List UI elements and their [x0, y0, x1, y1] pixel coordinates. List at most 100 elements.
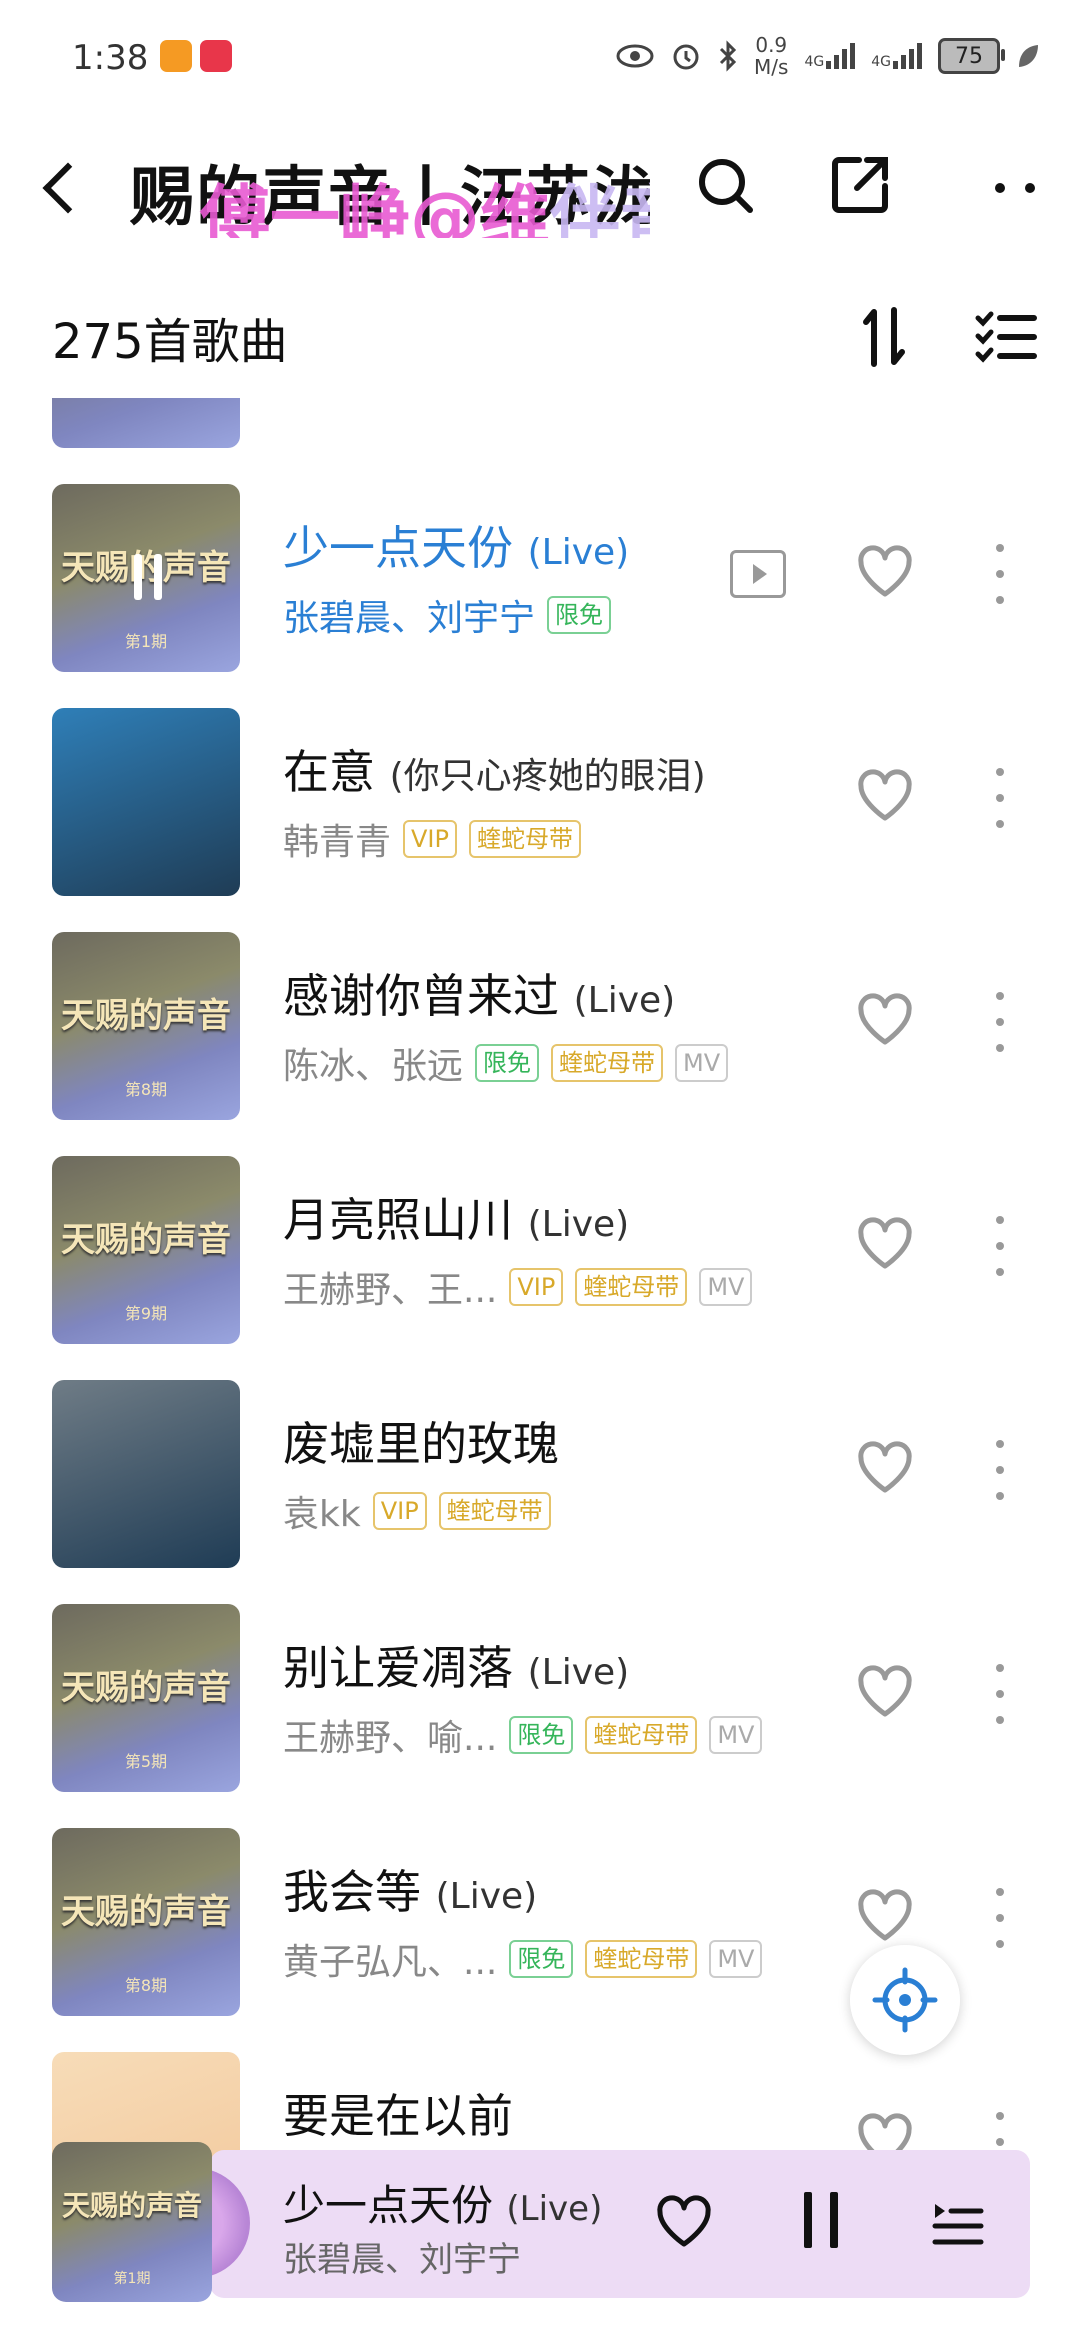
free-badge: 限免 — [509, 1716, 574, 1754]
cover-episode: 第1期 — [124, 632, 168, 651]
mini-player-cover[interactable]: 天赐的声音 第1期 — [52, 2142, 212, 2302]
more-vertical-icon[interactable] — [985, 1438, 1015, 1502]
free-badge: 限免 — [547, 596, 612, 634]
album-cover[interactable]: 天赐的声音 第1期 — [52, 484, 240, 672]
search-icon[interactable] — [690, 150, 760, 220]
free-badge: 限免 — [475, 1044, 540, 1082]
signal-icon: 4G — [804, 43, 856, 69]
song-row[interactable]: 天赐的声音 第8期 感谢你曾来过 (Live) 陈冰、张远 限免 蝰蛇母带 MV — [0, 912, 1080, 1136]
vip-badge: VIP — [372, 1492, 427, 1530]
album-cover[interactable] — [52, 1380, 240, 1568]
app-notification-icon — [200, 40, 232, 72]
song-row[interactable]: 废墟里的玫瑰 袁kk VIP 蝰蛇母带 — [0, 1360, 1080, 1584]
song-artist: 王赫野、王... — [283, 1270, 498, 1311]
song-list[interactable]: 王源、王子... 天赐的声音第1期少一点天份 (Live)张碧晨、刘宇宁限免在意… — [0, 398, 1080, 2168]
more-vertical-icon[interactable] — [985, 990, 1015, 1054]
master-quality-badge: 蝰蛇母带 — [575, 1268, 688, 1306]
mini-player[interactable]: 天赐的声音 第1期 少一点天份 (Live) 张碧晨、刘宇宁 — [0, 2142, 1080, 2340]
album-cover[interactable]: 天赐的声音第8期 — [52, 1828, 240, 2016]
status-icons: 0.9 M/s 4G 4G 75 — [616, 34, 1040, 78]
mv-badge: MV — [699, 1268, 753, 1306]
song-title: 月亮照山川 (Live) — [283, 1193, 630, 1247]
song-artist: 陈冰、张远 — [283, 1046, 464, 1087]
pause-icon[interactable] — [798, 2192, 848, 2252]
song-title: 感谢你曾来过 (Live) — [283, 969, 676, 1023]
song-title: 我会等 (Live) — [283, 1865, 538, 1919]
batch-manage-icon[interactable] — [970, 302, 1040, 372]
cover-text: 天赐的声音 — [61, 1892, 231, 1932]
play-mv-icon[interactable] — [730, 550, 786, 598]
cover-text: 天赐的声音 — [61, 996, 231, 1036]
song-artist: 黄子弘凡、... — [283, 1942, 498, 1983]
song-title: 少一点天份 (Live) — [283, 521, 630, 575]
mini-player-title: 少一点天份 (Live) — [283, 2181, 603, 2230]
song-meta: 黄子弘凡、... 限免 蝰蛇母带 MV — [283, 1933, 763, 1985]
more-vertical-icon[interactable] — [985, 542, 1015, 606]
mini-player-artist: 张碧晨、刘宇宁 — [283, 2240, 521, 2280]
vip-badge: VIP — [403, 820, 457, 858]
heart-icon[interactable] — [652, 2190, 716, 2254]
song-meta: 袁kk VIP 蝰蛇母带 — [283, 1485, 551, 1537]
net-speed: 0.9 M/s — [754, 33, 789, 79]
song-row[interactable]: 天赐的声音 第1期 少一点天份 (Live) 张碧晨、刘宇宁 限免 — [0, 464, 1080, 688]
vip-badge: VIP — [509, 1268, 564, 1306]
heart-icon[interactable] — [853, 1212, 917, 1276]
song-meta: 韩青青 VIP 蝰蛇母带 — [283, 813, 581, 865]
cover-episode: 第8期 — [124, 1976, 168, 1995]
more-vertical-icon[interactable] — [985, 1886, 1015, 1950]
album-cover[interactable] — [52, 708, 240, 896]
list-header: 275首歌曲 — [0, 290, 1080, 380]
song-title: 别让爱凋落 (Live) — [283, 1641, 630, 1695]
song-row[interactable]: 在意 (你只心疼她的眼泪) 韩青青 VIP 蝰蛇母带 — [0, 688, 1080, 912]
album-cover — [52, 398, 240, 448]
mv-badge: MV — [709, 1716, 763, 1754]
playlist-icon[interactable] — [925, 2190, 989, 2254]
cover-episode: 第5期 — [124, 1752, 168, 1771]
bluetooth-icon — [719, 40, 737, 72]
back-icon[interactable] — [30, 150, 100, 220]
locate-current-icon[interactable] — [850, 1945, 960, 2055]
song-title: 要是在以前 — [283, 2089, 513, 2143]
song-row[interactable]: 天赐的声音 第9期 月亮照山川 (Live) 王赫野、王... VIP 蝰蛇母带 MV — [0, 1136, 1080, 1360]
more-vertical-icon[interactable] — [985, 1214, 1015, 1278]
battery-icon: 75 — [938, 38, 1005, 74]
song-artist: 袁kk — [283, 1494, 361, 1535]
more-vertical-icon[interactable] — [985, 766, 1015, 830]
sort-icon[interactable] — [850, 302, 920, 372]
share-icon[interactable] — [825, 150, 895, 220]
leaf-icon — [1019, 45, 1038, 67]
master-quality-badge: 蝰蛇母带 — [585, 1716, 698, 1754]
heart-icon[interactable] — [853, 988, 917, 1052]
album-cover[interactable]: 天赐的声音 第9期 — [52, 1156, 240, 1344]
cover-text: 天赐的声音 — [61, 1220, 231, 1260]
album-cover[interactable]: 天赐的声音第5期 — [52, 1604, 240, 1792]
marquee-overlay: 傅一峥@维伴音 — [200, 177, 650, 238]
heart-icon[interactable] — [853, 1660, 917, 1724]
free-badge: 限免 — [509, 1940, 574, 1978]
heart-icon[interactable] — [853, 1884, 917, 1948]
playing-indicator-icon — [134, 554, 164, 600]
master-quality-badge: 蝰蛇母带 — [438, 1492, 551, 1530]
more-icon[interactable] — [980, 150, 1050, 220]
title-area: 赐的声音丨汪苏泷 傅一峥@维伴音 — [130, 138, 650, 238]
song-row[interactable]: 天赐的声音 第5期 别让爱凋落 (Live) 王赫野、喻... 限免 蝰蛇母带 MV — [0, 1584, 1080, 1808]
song-artist: 韩青青 — [283, 822, 392, 863]
status-bar: 1:38 0.9 M/s 4G 4G 75 — [0, 0, 1080, 120]
song-meta: 陈冰、张远 限免 蝰蛇母带 MV — [283, 1037, 729, 1089]
heart-icon[interactable] — [853, 540, 917, 604]
cover-episode: 第1期 — [113, 2271, 151, 2287]
song-meta: 王源、王子... — [283, 398, 497, 402]
mv-badge: MV — [675, 1044, 729, 1082]
song-meta: 王赫野、喻... 限免 蝰蛇母带 MV — [283, 1709, 763, 1761]
heart-icon[interactable] — [853, 1436, 917, 1500]
cover-text: 天赐的声音 — [61, 2189, 202, 2222]
song-title: 在意 (你只心疼她的眼泪) — [283, 745, 706, 799]
more-vertical-icon[interactable] — [985, 1662, 1015, 1726]
song-row-partial[interactable]: 王源、王子... — [0, 398, 1080, 464]
song-meta: 王赫野、王... VIP 蝰蛇母带 MV — [283, 1261, 753, 1313]
eye-icon — [616, 44, 654, 68]
album-cover[interactable]: 天赐的声音 第8期 — [52, 932, 240, 1120]
heart-icon[interactable] — [853, 764, 917, 828]
master-quality-badge: 蝰蛇母带 — [468, 820, 581, 858]
cover-text: 天赐的声音 — [61, 1668, 231, 1708]
